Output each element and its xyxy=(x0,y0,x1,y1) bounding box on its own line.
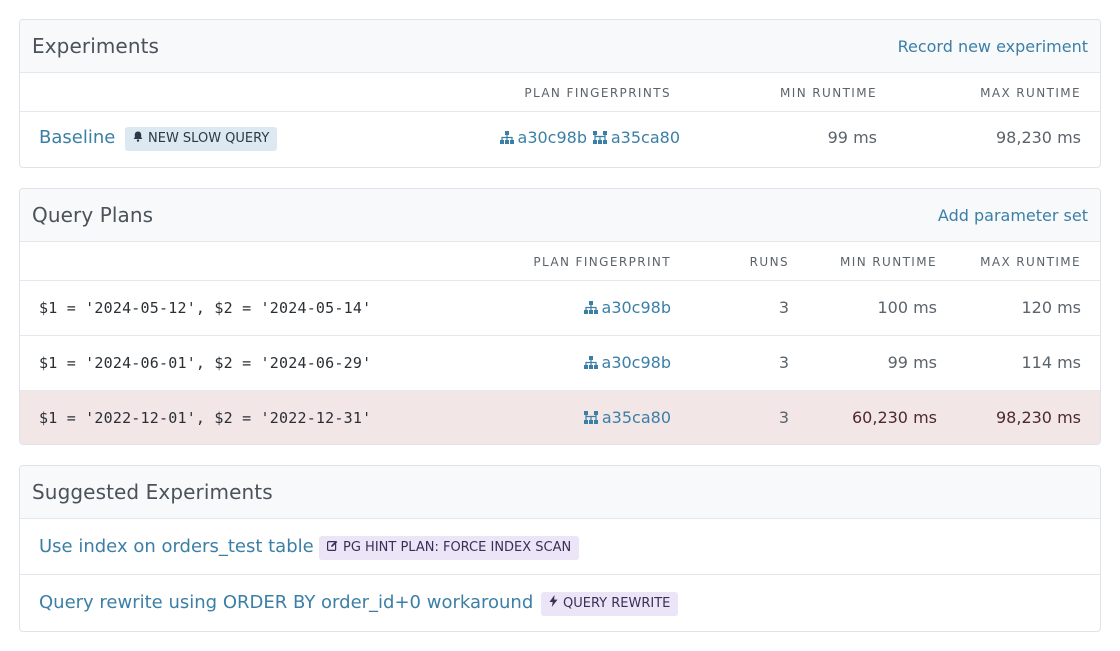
query-rewrite-badge: QUERY REWRITE xyxy=(541,592,679,616)
new-slow-query-badge: NEW SLOW QUERY xyxy=(125,127,278,151)
experiments-header: Experiments Record new experiment xyxy=(20,20,1100,73)
query-plan-row-slow[interactable]: $1 = '2022-12-01', $2 = '2022-12-31' a35… xyxy=(20,391,1100,444)
experiment-name-link[interactable]: Baseline xyxy=(39,127,115,148)
badge-label: NEW SLOW QUERY xyxy=(148,131,270,146)
col-plan-fingerprint: PLAN FINGERPRINT xyxy=(533,255,671,269)
query-plan-row[interactable]: $1 = '2024-06-01', $2 = '2024-06-29' a30… xyxy=(20,336,1100,391)
min-runtime-value: 100 ms xyxy=(877,298,937,317)
fingerprint-link-a30c98b[interactable]: a30c98b xyxy=(583,353,671,372)
query-plans-column-header: PLAN FINGERPRINT RUNS MIN RUNTIME MAX RU… xyxy=(20,242,1100,281)
col-runs: RUNS xyxy=(749,255,789,269)
fingerprint-link-a30c98b[interactable]: a30c98b xyxy=(499,128,587,147)
suggested-header: Suggested Experiments xyxy=(20,466,1100,519)
bell-icon xyxy=(133,127,143,151)
col-max-runtime: MAX RUNTIME xyxy=(980,86,1081,100)
experiments-panel: Experiments Record new experiment PLAN F… xyxy=(19,19,1101,168)
edit-icon xyxy=(327,536,338,560)
fingerprint-label[interactable]: a30c98b xyxy=(518,128,587,147)
badge-label: PG HINT PLAN: FORCE INDEX SCAN xyxy=(343,540,572,555)
col-min-runtime: MIN RUNTIME xyxy=(840,255,937,269)
experiments-title: Experiments xyxy=(32,34,160,58)
record-new-experiment-link[interactable]: Record new experiment xyxy=(898,37,1088,56)
min-runtime-value: 99 ms xyxy=(887,353,937,372)
query-plan-row[interactable]: $1 = '2024-05-12', $2 = '2024-05-14' a30… xyxy=(20,281,1100,336)
experiment-row[interactable]: Baseline NEW SLOW QUERY a30c98b a35ca80 … xyxy=(20,112,1100,166)
fingerprint-label[interactable]: a35ca80 xyxy=(611,128,680,147)
parameter-set: $1 = '2024-05-12', $2 = '2024-05-14' xyxy=(39,299,372,317)
fingerprint-link-a35ca80[interactable]: a35ca80 xyxy=(583,408,671,427)
max-runtime-value: 98,230 ms xyxy=(996,408,1081,427)
suggested-item[interactable]: Query rewrite using ORDER BY order_id+0 … xyxy=(20,575,1100,631)
query-plans-header: Query Plans Add parameter set xyxy=(20,189,1100,242)
fingerprint-label[interactable]: a30c98b xyxy=(602,298,671,317)
experiments-column-header: PLAN FINGERPRINTS MIN RUNTIME MAX RUNTIM… xyxy=(20,73,1100,112)
sitemap-icon xyxy=(583,356,598,369)
sitemap-icon xyxy=(583,301,598,314)
sitemap-icon xyxy=(499,131,514,144)
runs-value: 3 xyxy=(778,298,789,317)
query-plans-title: Query Plans xyxy=(32,203,154,227)
runs-value: 3 xyxy=(778,408,789,427)
fingerprint-label[interactable]: a30c98b xyxy=(602,353,671,372)
pg-hint-plan-badge: PG HINT PLAN: FORCE INDEX SCAN xyxy=(319,536,580,560)
suggested-experiments-panel: Suggested Experiments Use index on order… xyxy=(19,465,1101,632)
suggested-item-link[interactable]: Use index on orders_test table xyxy=(39,536,314,557)
parameter-set: $1 = '2024-06-01', $2 = '2024-06-29' xyxy=(39,354,372,372)
min-runtime-value: 60,230 ms xyxy=(852,408,937,427)
suggested-title: Suggested Experiments xyxy=(32,480,273,504)
max-runtime-value: 98,230 ms xyxy=(996,128,1081,147)
query-plans-panel: Query Plans Add parameter set PLAN FINGE… xyxy=(19,188,1101,445)
fingerprint-link-a30c98b[interactable]: a30c98b xyxy=(583,298,671,317)
suggested-item-link[interactable]: Query rewrite using ORDER BY order_id+0 … xyxy=(39,592,533,613)
suggested-item[interactable]: Use index on orders_test table PG HINT P… xyxy=(20,519,1100,575)
max-runtime-value: 120 ms xyxy=(1021,298,1081,317)
parameter-set: $1 = '2022-12-01', $2 = '2022-12-31' xyxy=(39,409,372,427)
min-runtime-value: 99 ms xyxy=(827,128,877,147)
bolt-icon xyxy=(549,592,558,616)
network-tree-icon xyxy=(592,131,607,144)
max-runtime-value: 114 ms xyxy=(1021,353,1081,372)
fingerprint-label[interactable]: a35ca80 xyxy=(602,408,671,427)
badge-label: QUERY REWRITE xyxy=(563,596,671,611)
network-tree-icon xyxy=(583,411,598,424)
col-max-runtime: MAX RUNTIME xyxy=(980,255,1081,269)
add-parameter-set-link[interactable]: Add parameter set xyxy=(938,206,1088,225)
fingerprint-link-a35ca80[interactable]: a35ca80 xyxy=(592,128,680,147)
runs-value: 3 xyxy=(778,353,789,372)
col-min-runtime: MIN RUNTIME xyxy=(780,86,877,100)
col-plan-fingerprints: PLAN FINGERPRINTS xyxy=(524,86,671,100)
